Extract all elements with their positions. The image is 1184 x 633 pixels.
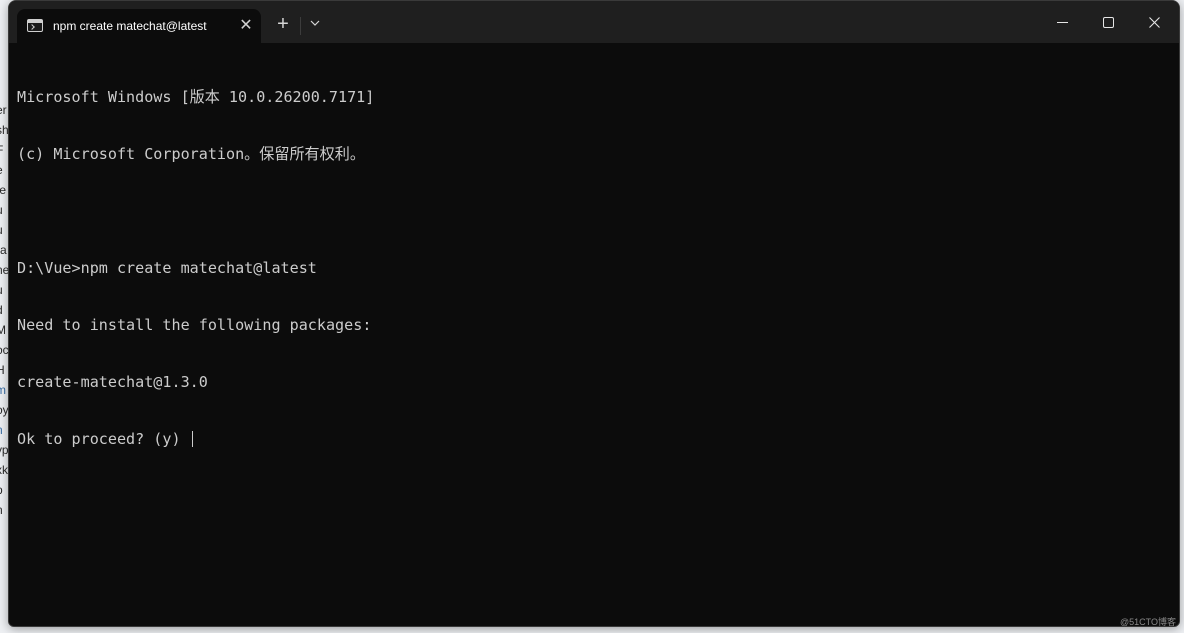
background-text: ур — [0, 443, 8, 457]
titlebar-divider — [300, 17, 301, 35]
tab-close-button[interactable]: ✕ — [235, 15, 257, 37]
tab-dropdown-button[interactable] — [305, 14, 325, 36]
prompt-text: Ok to proceed? (y) — [17, 430, 190, 448]
background-text: er — [0, 103, 7, 117]
background-text: oc — [0, 343, 8, 357]
close-icon — [1148, 17, 1160, 28]
terminal-output-area[interactable]: Microsoft Windows [版本 10.0.26200.7171] (… — [9, 43, 1179, 626]
new-tab-button[interactable]: + — [271, 13, 295, 37]
background-text: m — [0, 383, 6, 397]
background-text: n — [0, 420, 8, 440]
close-button[interactable] — [1131, 5, 1177, 39]
maximize-icon — [1102, 17, 1114, 28]
minimize-icon — [1056, 22, 1068, 23]
background-text: n — [0, 500, 8, 520]
terminal-tab[interactable]: npm create matechat@latest ✕ — [17, 9, 261, 43]
terminal-line: Need to install the following packages: — [17, 316, 372, 334]
terminal-window: npm create matechat@latest ✕ + Microsoft… — [8, 0, 1180, 627]
chevron-down-icon — [310, 20, 320, 26]
terminal-line: create-matechat@1.3.0 — [17, 373, 208, 391]
title-bar[interactable]: npm create matechat@latest ✕ + — [9, 1, 1179, 43]
tab-title: npm create matechat@latest — [53, 19, 207, 33]
background-text: sh — [0, 123, 8, 137]
desktop-background: er sh F e te u u ra ne u d M oc H m oy n… — [0, 0, 1184, 633]
terminal-prompt-line[interactable]: Ok to proceed? (y) — [17, 430, 374, 449]
background-text: xk — [0, 463, 8, 477]
background-text: u — [0, 200, 8, 220]
terminal-icon — [27, 19, 43, 32]
background-text: H — [0, 363, 5, 377]
background-text: u — [0, 220, 8, 240]
background-text: M — [0, 323, 6, 337]
background-text: te — [0, 183, 7, 197]
text-cursor — [191, 431, 193, 447]
background-text: p — [0, 480, 8, 500]
maximize-button[interactable] — [1085, 5, 1131, 39]
background-text: u — [0, 280, 8, 300]
background-text: ne — [0, 263, 8, 277]
background-window-edge: er sh F e te u u ra ne u d M oc H m oy n… — [0, 100, 8, 600]
terminal-line: Microsoft Windows [版本 10.0.26200.7171] — [17, 88, 375, 106]
background-text: F — [0, 140, 8, 160]
terminal-line: D:\Vue>npm create matechat@latest — [17, 259, 317, 277]
terminal-line: (c) Microsoft Corporation。保留所有权利。 — [17, 145, 365, 163]
background-text: ra — [0, 243, 7, 257]
terminal-text: Microsoft Windows [版本 10.0.26200.7171] (… — [17, 50, 374, 487]
background-text: oy — [0, 403, 8, 417]
background-text: d — [0, 300, 8, 320]
watermark: @51CTO博客 — [1120, 617, 1176, 627]
minimize-button[interactable] — [1039, 5, 1085, 39]
background-text: e — [0, 160, 8, 180]
